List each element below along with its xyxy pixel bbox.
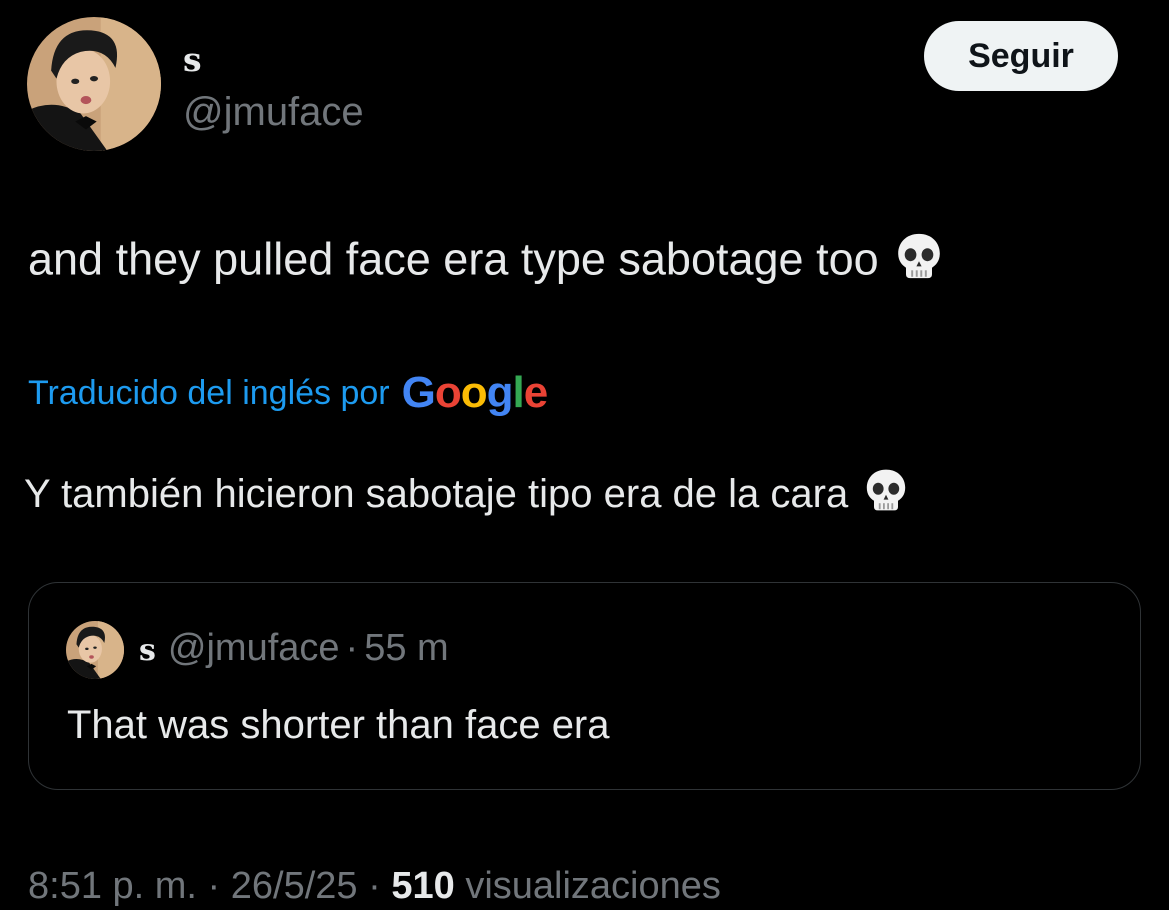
- avatar-photo: [66, 621, 124, 679]
- views-count: 510: [391, 865, 455, 907]
- quoted-separator: ·: [345, 627, 359, 669]
- tweet-meta: 8:51 p. m. · 26/5/25 · 510 visualizacion…: [28, 862, 721, 910]
- tweet-text: and they pulled face era type sabotage t…: [28, 230, 945, 295]
- avatar-photo: [27, 17, 161, 151]
- tweet-time[interactable]: 8:51 p. m.: [28, 865, 197, 907]
- tweet-date[interactable]: 26/5/25: [231, 865, 358, 907]
- skull-emoji-icon: [893, 230, 945, 295]
- follow-button[interactable]: Seguir: [924, 21, 1118, 91]
- skull-emoji-icon: [862, 466, 910, 527]
- quoted-author-handle: @jmuface: [167, 627, 340, 669]
- author-handle[interactable]: @jmuface: [183, 88, 364, 136]
- meta-separator: ·: [207, 865, 221, 907]
- google-logo: Google: [401, 368, 549, 417]
- quoted-author-avatar: [66, 621, 124, 679]
- meta-separator: ·: [368, 865, 381, 907]
- translation-attribution[interactable]: Traducido del inglés por Google: [28, 368, 549, 418]
- views-label: visualizaciones: [465, 865, 721, 907]
- translated-text-content: Y también hicieron sabotaje tipo era de …: [24, 472, 849, 517]
- quoted-author-display-name: s: [139, 633, 156, 668]
- quoted-tweet-text: That was shorter than face era: [67, 703, 610, 747]
- quoted-tweet-time: 55 m: [364, 627, 449, 669]
- translated-text: Y también hicieron sabotaje tipo era de …: [24, 466, 910, 527]
- tweet-text-content: and they pulled face era type sabotage t…: [28, 233, 879, 285]
- quoted-tweet-card[interactable]: s @jmuface · 55 m That was shorter than …: [28, 582, 1141, 790]
- author-display-name[interactable]: s: [183, 40, 202, 80]
- quoted-tweet-header: s @jmuface · 55 m: [139, 627, 449, 670]
- author-avatar[interactable]: [27, 17, 161, 151]
- translation-label: Traducido del inglés por: [28, 373, 390, 412]
